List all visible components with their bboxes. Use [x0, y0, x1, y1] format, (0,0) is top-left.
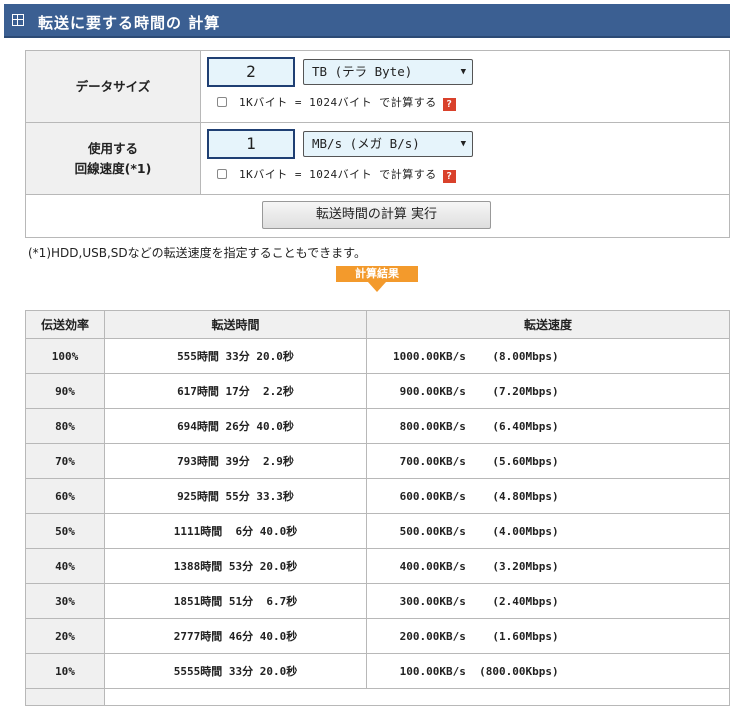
speed-1024-text: 1Kバイト = 1024バイト で計算する	[239, 168, 437, 181]
efficiency-cell: 100%	[25, 338, 105, 374]
table-row: 20% 2777時間 46分 40.0秒 200.00KB/s (1.60Mbps…	[25, 618, 730, 654]
data-size-1024-label: 1Kバイト = 1024バイト で計算する?	[239, 94, 456, 111]
data-size-field-cell: 2 TB (テラ Byte) ▼ 1Kバイト = 1024バイト で計算する?	[200, 50, 730, 123]
table-row: 50% 1111時間 6分 40.0秒 500.00KB/s (4.00Mbps)	[25, 513, 730, 549]
table-row: 100% 555時間 33分 20.0秒 1000.00KB/s (8.00Mbps…	[25, 338, 730, 374]
header-speed: 転送速度	[366, 310, 730, 339]
input-form: データサイズ 2 TB (テラ Byte) ▼ 1Kバイト = 1024バイト …	[25, 50, 730, 238]
speed-field-cell: 1 MB/s (メガ B/s) ▼ 1Kバイト = 1024バイト で計算する?	[200, 122, 730, 195]
data-size-unit-select[interactable]: TB (テラ Byte) ▼	[303, 59, 473, 85]
grid-icon	[12, 14, 24, 26]
efficiency-cell: 70%	[25, 443, 105, 479]
efficiency-cell: 30%	[25, 583, 105, 619]
result-table-header: 伝送効率 転送時間 転送速度	[25, 310, 730, 339]
efficiency-cell: 60%	[25, 478, 105, 514]
time-cell: 925時間 55分 33.3秒	[104, 478, 367, 514]
table-row: 60% 925時間 55分 33.3秒 600.00KB/s (4.80Mbps)	[25, 478, 730, 514]
result-table: 伝送効率 転送時間 転送速度 100% 555時間 33分 20.0秒 1000.0…	[25, 310, 730, 706]
speed-cell: 900.00KB/s (7.20Mbps)	[366, 373, 730, 409]
header-efficiency: 伝送効率	[25, 310, 105, 339]
time-cell: 793時間 39分 2.9秒	[104, 443, 367, 479]
data-size-1024-text: 1Kバイト = 1024バイト で計算する	[239, 96, 437, 109]
time-cell: 694時間 26分 40.0秒	[104, 408, 367, 444]
time-cell: 2777時間 46分 40.0秒	[104, 618, 367, 654]
table-row: 80% 694時間 26分 40.0秒 800.00KB/s (6.40Mbps)	[25, 408, 730, 444]
speed-1024-label: 1Kバイト = 1024バイト で計算する?	[239, 166, 456, 183]
time-cell: 1388時間 53分 20.0秒	[104, 548, 367, 584]
submit-row: 転送時間の計算 実行	[25, 194, 730, 238]
speed-cell: 100.00KB/s (800.00Kbps)	[366, 653, 730, 689]
speed-unit-value: MB/s (メガ B/s)	[312, 136, 420, 151]
table-row: 30% 1851時間 51分 6.7秒 300.00KB/s (2.40Mbps)	[25, 583, 730, 619]
efficiency-cell: 90%	[25, 373, 105, 409]
table-row: 40% 1388時間 53分 20.0秒 400.00KB/s (3.20Mbps…	[25, 548, 730, 584]
empty-cell	[25, 688, 105, 706]
data-size-unit-value: TB (テラ Byte)	[312, 64, 413, 79]
efficiency-cell: 20%	[25, 618, 105, 654]
chevron-down-icon: ▼	[460, 139, 466, 149]
table-row: 90% 617時間 17分 2.2秒 900.00KB/s (7.20Mbps)	[25, 373, 730, 409]
header-time: 転送時間	[104, 310, 367, 339]
efficiency-cell: 80%	[25, 408, 105, 444]
speed-1024-checkbox[interactable]	[217, 169, 227, 179]
speed-note: (*1)HDD,USB,SDなどの転送速度を指定することもできます。	[28, 246, 366, 260]
table-row: 70% 793時間 39分 2.9秒 700.00KB/s (5.60Mbps)	[25, 443, 730, 479]
speed-label-line2: 回線速度(*1)	[74, 160, 152, 176]
speed-label-line1: 使用する	[87, 140, 138, 156]
speed-cell: 300.00KB/s (2.40Mbps)	[366, 583, 730, 619]
data-size-1024-checkbox[interactable]	[217, 97, 227, 107]
efficiency-cell: 50%	[25, 513, 105, 549]
speed-cell: 500.00KB/s (4.00Mbps)	[366, 513, 730, 549]
result-badge-text: 計算結果	[355, 267, 399, 280]
speed-cell: 600.00KB/s (4.80Mbps)	[366, 478, 730, 514]
time-cell: 1851時間 51分 6.7秒	[104, 583, 367, 619]
speed-cell: 800.00KB/s (6.40Mbps)	[366, 408, 730, 444]
time-cell: 617時間 17分 2.2秒	[104, 373, 367, 409]
time-cell: 1111時間 6分 40.0秒	[104, 513, 367, 549]
speed-cell: 1000.00KB/s (8.00Mbps)	[366, 338, 730, 374]
efficiency-cell: 40%	[25, 548, 105, 584]
empty-cell	[104, 688, 730, 706]
time-cell: 5555時間 33分 20.0秒	[104, 653, 367, 689]
page-title: 転送に要する時間の 計算	[38, 14, 221, 32]
speed-label: 使用する 回線速度(*1)	[25, 122, 201, 195]
data-size-input[interactable]: 2	[207, 57, 295, 87]
speed-input[interactable]: 1	[207, 129, 295, 159]
efficiency-cell: 10%	[25, 653, 105, 689]
help-icon[interactable]: ?	[442, 170, 456, 183]
result-badge: 計算結果	[336, 266, 418, 292]
speed-cell: 700.00KB/s (5.60Mbps)	[366, 443, 730, 479]
table-row: 10% 5555時間 33分 20.0秒 100.00KB/s (800.00Kb…	[25, 653, 730, 689]
table-row-empty	[25, 688, 730, 706]
calculate-button[interactable]: 転送時間の計算 実行	[262, 201, 491, 229]
time-cell: 555時間 33分 20.0秒	[104, 338, 367, 374]
data-size-label: データサイズ	[25, 50, 201, 123]
speed-unit-select[interactable]: MB/s (メガ B/s) ▼	[303, 131, 473, 157]
help-icon[interactable]: ?	[442, 98, 456, 111]
chevron-down-icon: ▼	[460, 67, 466, 77]
page-header: 転送に要する時間の 計算	[4, 4, 730, 38]
speed-cell: 200.00KB/s (1.60Mbps)	[366, 618, 730, 654]
speed-cell: 400.00KB/s (3.20Mbps)	[366, 548, 730, 584]
